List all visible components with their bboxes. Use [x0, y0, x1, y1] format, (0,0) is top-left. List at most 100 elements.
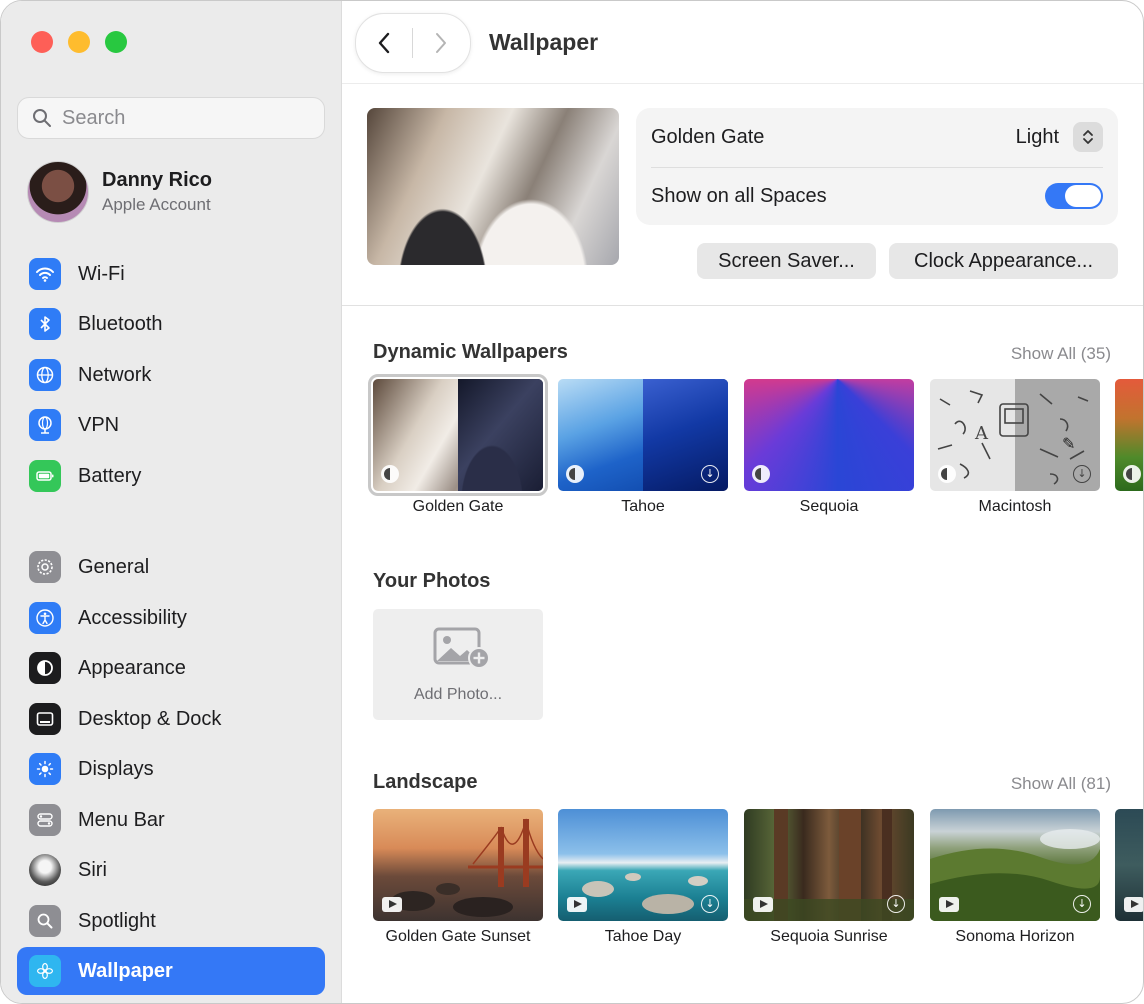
- thumb-label: Sequoia: [799, 498, 859, 515]
- sidebar-item-label: Siri: [78, 858, 107, 881]
- sidebar-item-wallpaper[interactable]: Wallpaper: [17, 947, 325, 995]
- add-photo-button[interactable]: Add Photo...: [373, 609, 543, 720]
- download-icon: ↓: [701, 465, 719, 483]
- system-settings-window: Danny Rico Apple Account Wi-Fi Bluetooth…: [0, 0, 1144, 1004]
- download-icon: ↓: [1073, 895, 1091, 913]
- sidebar-item-spotlight[interactable]: Spotlight: [17, 897, 325, 945]
- sidebar-item-label: Battery: [78, 464, 142, 487]
- search-icon: [33, 109, 51, 127]
- sidebar: Danny Rico Apple Account Wi-Fi Bluetooth…: [1, 1, 342, 1003]
- account-name: Danny Rico: [102, 169, 213, 191]
- zoom-button[interactable]: [105, 31, 127, 53]
- minimize-button[interactable]: [68, 31, 90, 53]
- sidebar-item-label: Wi-Fi: [78, 262, 125, 285]
- show-all-spaces-toggle[interactable]: [1045, 183, 1103, 209]
- sun-icon: [29, 753, 61, 785]
- wallpaper-thumb-sequoia[interactable]: [744, 379, 914, 491]
- clock-appearance-button[interactable]: Clock Appearance...: [889, 243, 1118, 279]
- thumb-label: Tahoe Day: [604, 928, 682, 945]
- sidebar-item-menu-bar[interactable]: Menu Bar: [17, 796, 325, 844]
- download-icon: ↓: [1073, 465, 1091, 483]
- landscape-thumb-tahoe-day[interactable]: ↓: [558, 809, 728, 921]
- thumb-label: Sonoma Horizon: [955, 928, 1075, 945]
- sidebar-item-desktop-dock[interactable]: Desktop & Dock: [17, 695, 325, 743]
- sidebar-item-network[interactable]: Network: [17, 351, 325, 399]
- dynamic-badge-icon: [1123, 465, 1141, 483]
- landscape-thumb-sequoia-sunrise[interactable]: ↓: [744, 809, 914, 921]
- show-all-spaces-row: Show on all Spaces: [651, 167, 1103, 225]
- sidebar-item-wifi[interactable]: Wi-Fi: [17, 250, 325, 298]
- video-icon: [1124, 897, 1143, 912]
- wallpaper-name: Golden Gate: [651, 125, 765, 148]
- magnifier-icon: [29, 905, 61, 937]
- accessibility-icon: [29, 602, 61, 634]
- sidebar-item-displays[interactable]: Displays: [17, 745, 325, 793]
- section-title-landscape: Landscape: [373, 771, 478, 793]
- download-icon: ↓: [887, 895, 905, 913]
- wallpaper-thumb-macintosh[interactable]: A ✎ ↓: [930, 379, 1100, 491]
- wallpaper-thumb-partial[interactable]: [1115, 379, 1143, 491]
- chevron-right-icon: [436, 33, 446, 53]
- add-photo-label: Add Photo...: [413, 686, 503, 703]
- globe-icon: [29, 359, 61, 391]
- dock-icon: [29, 703, 61, 735]
- landscape-thumb-sonoma-horizon[interactable]: ↓: [930, 809, 1100, 921]
- sidebar-item-vpn[interactable]: VPN: [17, 401, 325, 449]
- video-icon: [382, 897, 402, 912]
- siri-icon: [29, 854, 61, 886]
- wallpaper-thumb-golden-gate[interactable]: [368, 374, 548, 496]
- wallpaper-settings-card: Golden Gate Light Show on all Spaces: [636, 108, 1118, 225]
- video-icon: [567, 897, 587, 912]
- sidebar-item-battery[interactable]: Battery: [17, 452, 325, 500]
- menubar-icon: [29, 804, 61, 836]
- landscape-thumb-partial[interactable]: [1115, 809, 1143, 921]
- wallpaper-appearance-row: Golden Gate Light: [651, 108, 1103, 166]
- avatar: [27, 161, 89, 223]
- appearance-value: Light: [1015, 125, 1059, 148]
- section-title-photos: Your Photos: [373, 570, 491, 592]
- show-all-spaces-label: Show on all Spaces: [651, 184, 827, 207]
- thumb-label: Golden Gate Sunset: [385, 928, 531, 945]
- wallpaper-thumb-tahoe[interactable]: ↓: [558, 379, 728, 491]
- dynamic-badge-icon: [752, 465, 770, 483]
- flower-icon: [29, 955, 61, 987]
- apple-account[interactable]: Danny Rico Apple Account: [27, 161, 212, 223]
- show-all-dynamic-link[interactable]: Show All (35): [1011, 344, 1111, 364]
- download-icon: ↓: [701, 895, 719, 913]
- sidebar-item-label: General: [78, 555, 150, 578]
- forward-button[interactable]: [413, 14, 469, 72]
- sidebar-item-label: Bluetooth: [78, 312, 163, 335]
- account-subtitle: Apple Account: [102, 195, 211, 214]
- svg-text:✎: ✎: [1062, 434, 1075, 453]
- thumb-label: Golden Gate: [412, 498, 504, 515]
- appearance-popup[interactable]: Light: [1016, 122, 1103, 152]
- landscape-thumb-golden-gate-sunset[interactable]: [373, 809, 543, 921]
- dynamic-badge-icon: [381, 465, 399, 483]
- sidebar-item-appearance[interactable]: Appearance: [17, 644, 325, 692]
- sidebar-item-general[interactable]: General: [17, 543, 325, 591]
- gear-icon: [29, 551, 61, 583]
- show-all-landscape-link[interactable]: Show All (81): [1011, 774, 1111, 794]
- svg-text:A: A: [974, 423, 989, 444]
- sidebar-item-accessibility[interactable]: Accessibility: [17, 594, 325, 642]
- search-field[interactable]: [17, 97, 325, 139]
- back-button[interactable]: [356, 14, 412, 72]
- navigation-buttons: [355, 13, 471, 73]
- vpn-globe-icon: [29, 409, 61, 441]
- thumb-label: Sequoia Sunrise: [770, 928, 888, 945]
- sidebar-item-siri[interactable]: Siri: [17, 846, 325, 894]
- search-input[interactable]: [60, 105, 314, 131]
- close-button[interactable]: [31, 31, 53, 53]
- sidebar-item-label: Spotlight: [78, 909, 156, 932]
- section-title-dynamic: Dynamic Wallpapers: [373, 341, 568, 363]
- appearance-icon: [29, 652, 61, 684]
- thumb-label: Tahoe: [621, 498, 665, 515]
- chevron-left-icon: [378, 32, 390, 54]
- bluetooth-icon: [29, 308, 61, 340]
- battery-icon: [29, 460, 61, 492]
- screen-saver-button[interactable]: Screen Saver...: [697, 243, 876, 279]
- sidebar-item-label: Wallpaper: [78, 959, 173, 982]
- sidebar-item-label: VPN: [78, 413, 120, 436]
- main-pane: Wallpaper Golden Gate Light Show on all …: [342, 1, 1143, 1003]
- sidebar-item-bluetooth[interactable]: Bluetooth: [17, 300, 325, 348]
